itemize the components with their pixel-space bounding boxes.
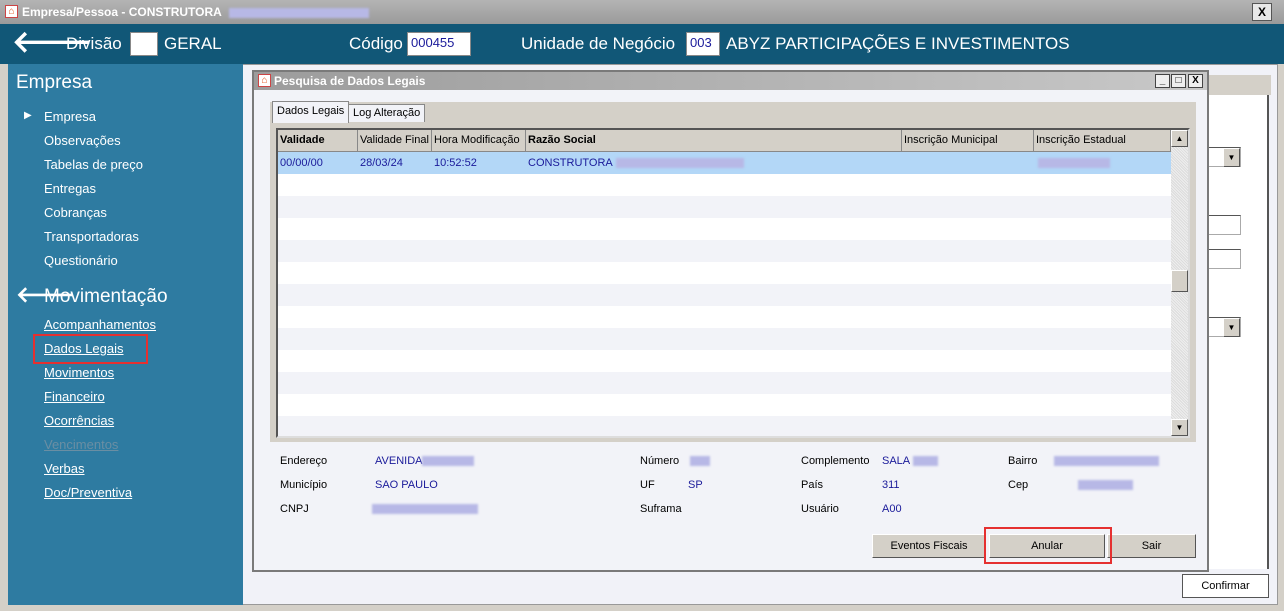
sidebar-section-movimentacao: Movimentação <box>44 286 168 307</box>
tab-dados-legais[interactable]: Dados Legais <box>272 101 350 123</box>
sidebar-item-tabelas-preco[interactable]: Tabelas de preço <box>44 157 143 172</box>
sidebar-item-verbas[interactable]: Verbas <box>44 461 84 476</box>
endereco-label: Endereço <box>280 455 328 467</box>
redacted <box>912 456 938 467</box>
sidebar: Empresa ▶ Empresa Observações Tabelas de… <box>8 64 243 605</box>
column-header[interactable]: Validade Inicial <box>278 130 358 167</box>
tab-panel: Dados Legais Log Alteração Validade Inic… <box>270 101 1196 442</box>
sidebar-item-financeiro[interactable]: Financeiro <box>44 389 105 404</box>
scroll-thumb[interactable] <box>1171 270 1188 292</box>
usuario-label: Usuário <box>801 503 839 515</box>
sidebar-item-cobrancas[interactable]: Cobranças <box>44 205 107 220</box>
divisao-label: Divisão <box>66 34 122 53</box>
unidade-input[interactable]: 003 <box>686 32 720 56</box>
cell-validade-final: 28/03/24 <box>360 157 403 169</box>
cnpj-label: CNPJ <box>280 503 309 515</box>
empty-row <box>278 196 1171 218</box>
dialog-title: Pesquisa de Dados Legais <box>274 74 426 88</box>
empty-row <box>278 328 1171 350</box>
sidebar-item-acompanhamentos[interactable]: Acompanhamentos <box>44 317 156 332</box>
window-close-button[interactable]: X <box>1252 3 1272 21</box>
sidebar-item-observacoes[interactable]: Observações <box>44 133 121 148</box>
confirmar-button[interactable]: Confirmar <box>1182 574 1269 598</box>
sidebar-item-questionario[interactable]: Questionário <box>44 253 118 268</box>
column-header[interactable]: Hora Modificação <box>432 130 526 152</box>
cep-label: Cep <box>1008 479 1029 491</box>
cell-validade-inicial: 00/00/00 <box>280 157 323 169</box>
divisao-name: GERAL <box>164 34 222 53</box>
sidebar-item-ocorrencias[interactable]: Ocorrências <box>44 413 114 428</box>
table-row[interactable]: 00/00/00 28/03/24 10:52:52 CONSTRUTORA <box>278 152 1171 174</box>
sidebar-item-empresa[interactable]: Empresa <box>44 109 96 124</box>
empty-row <box>278 284 1171 306</box>
redacted-name <box>228 7 369 18</box>
minimize-button[interactable]: _ <box>1155 74 1170 88</box>
column-header[interactable]: Inscrição Estadual <box>1034 130 1171 152</box>
vertical-scrollbar[interactable]: ▲ ▼ <box>1171 130 1188 436</box>
dados-legais-grid: Validade Inicial Validade Final Hora Mod… <box>276 128 1190 438</box>
pais-value: 311 <box>882 479 900 491</box>
municipio-value: SAO PAULO <box>375 479 438 491</box>
redacted-name <box>615 158 744 169</box>
dialog-title-bar: ⌂ Pesquisa de Dados Legais _ □ X <box>254 72 1207 90</box>
sidebar-section-empresa: Empresa <box>16 72 93 93</box>
unidade-name: ABYZ PARTICIPAÇÕES E INVESTIMENTOS <box>726 34 1070 53</box>
pais-label: País <box>801 479 824 491</box>
empty-row <box>278 416 1171 436</box>
usuario-value: A00 <box>882 503 902 515</box>
unidade-label: Unidade de Negócio <box>521 34 676 53</box>
redacted-ie <box>1038 158 1110 169</box>
bairro-label: Bairro <box>1008 455 1038 467</box>
tab-log-alteracao[interactable]: Log Alteração <box>348 104 426 122</box>
sidebar-item-transportadoras[interactable]: Transportadoras <box>44 229 139 244</box>
cell-razao-social: CONSTRUTORA <box>528 157 613 169</box>
scroll-down-icon[interactable]: ▼ <box>1171 419 1188 436</box>
dropdown-arrow-icon[interactable]: ▼ <box>1223 148 1240 167</box>
sair-button[interactable]: Sair <box>1107 534 1196 558</box>
app-icon: ⌂ <box>5 5 18 18</box>
uf-value: SP <box>688 479 703 491</box>
numero-label: Número <box>640 455 680 467</box>
divisao-input[interactable] <box>130 32 158 56</box>
highlight-box <box>33 334 148 364</box>
window-title-bar: ⌂ Empresa/Pessoa - CONSTRUTORA X <box>0 0 1284 24</box>
header-bar: 🡐 Divisão GERAL Código 000455 Unidade de… <box>0 24 1284 64</box>
codigo-input[interactable]: 000455 <box>407 32 471 56</box>
sidebar-item-doc-preventiva[interactable]: Doc/Preventiva <box>44 485 132 500</box>
complemento-value: SALA <box>882 455 910 467</box>
redacted <box>422 456 475 467</box>
redacted <box>1078 480 1133 491</box>
endereco-value: AVENIDA <box>375 455 423 467</box>
eventos-fiscais-button[interactable]: Eventos Fiscais <box>872 534 986 558</box>
complemento-label: Complemento <box>801 455 870 467</box>
redacted <box>372 504 478 515</box>
empty-row <box>278 240 1171 262</box>
maximize-button[interactable]: □ <box>1171 74 1186 88</box>
column-header[interactable]: Validade Final <box>358 130 432 152</box>
triangle-right-icon: ▶ <box>24 110 32 121</box>
uf-label: UF <box>640 479 655 491</box>
codigo-label: Código <box>349 34 403 53</box>
redacted <box>690 456 710 467</box>
dados-legais-dialog: ⌂ Pesquisa de Dados Legais _ □ X Dados L… <box>252 70 1209 572</box>
column-header[interactable]: Razão Social <box>526 130 902 152</box>
dropdown-arrow-icon[interactable]: ▼ <box>1223 318 1240 337</box>
highlight-box <box>984 527 1112 564</box>
scroll-up-icon[interactable]: ▲ <box>1171 130 1188 147</box>
empty-row <box>278 372 1171 394</box>
sidebar-item-entregas[interactable]: Entregas <box>44 181 96 196</box>
column-header[interactable]: Inscrição Municipal <box>902 130 1034 152</box>
close-button[interactable]: X <box>1188 74 1203 88</box>
suframa-label: Suframa <box>640 503 682 515</box>
cell-hora: 10:52:52 <box>434 157 477 169</box>
sidebar-item-movimentos[interactable]: Movimentos <box>44 365 114 380</box>
redacted <box>1054 456 1159 467</box>
app-icon: ⌂ <box>258 74 271 87</box>
window-title: Empresa/Pessoa - CONSTRUTORA <box>22 5 222 19</box>
sidebar-item-vencimentos: Vencimentos <box>44 437 119 452</box>
municipio-label: Município <box>280 479 328 491</box>
